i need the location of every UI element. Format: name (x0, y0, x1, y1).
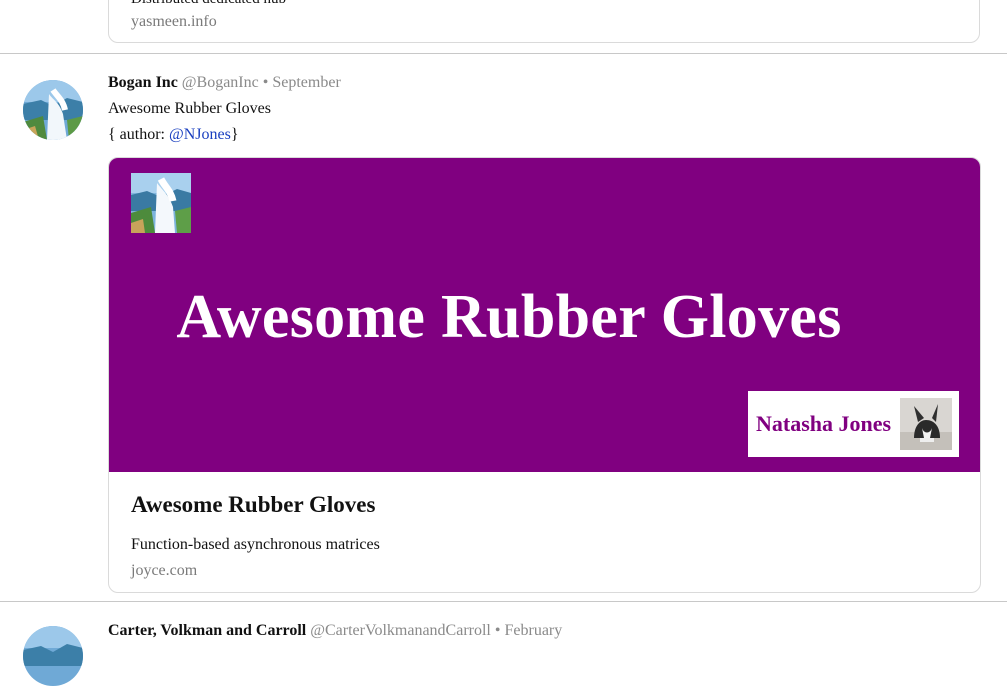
waterfall-avatar-icon (23, 626, 83, 686)
banner-title: Awesome Rubber Gloves (176, 283, 842, 351)
author-suffix: } (230, 126, 239, 143)
post-date[interactable]: September (272, 74, 340, 91)
card-banner-image: Awesome Rubber Gloves Natasha Jones (109, 158, 980, 472)
card-description: Function-based asynchronous matrices (131, 536, 380, 553)
author-handle[interactable]: @BoganInc (182, 74, 259, 91)
next-header-separator: • (494, 622, 501, 639)
card-domain[interactable]: joyce.com (131, 562, 197, 580)
banner-author-name: Natasha Jones (756, 411, 892, 436)
previous-card-description: Distributed dedicated hub (131, 0, 286, 8)
header-separator: • (262, 74, 269, 91)
author-photo (900, 398, 952, 450)
author-prefix: { author: (108, 126, 169, 143)
post-divider (0, 601, 1007, 602)
waterfall-avatar-icon (23, 80, 83, 140)
author-mention-link[interactable]: @NJones (169, 126, 231, 143)
next-post-header: Carter, Volkman and Carroll @CarterVolkm… (108, 622, 562, 640)
link-preview-card[interactable]: Awesome Rubber Gloves Natasha Jones Awes… (108, 157, 981, 593)
avatar[interactable] (23, 80, 83, 140)
next-post-date[interactable]: February (504, 622, 562, 639)
waterfall-thumbnail-icon (131, 173, 191, 233)
post-divider (0, 53, 1007, 54)
next-author-display-name[interactable]: Carter, Volkman and Carroll (108, 622, 306, 639)
dog-photo-icon (900, 398, 952, 450)
author-display-name[interactable]: Bogan Inc (108, 74, 178, 91)
card-title[interactable]: Awesome Rubber Gloves (131, 492, 375, 518)
next-post-avatar[interactable] (23, 626, 83, 686)
next-author-handle[interactable]: @CarterVolkmanandCarroll (310, 622, 491, 639)
post-body-text: Awesome Rubber Gloves (108, 100, 271, 117)
post-header: Bogan Inc @BoganInc • September (108, 74, 341, 92)
post-author-line: { author: @NJones} (108, 126, 239, 144)
previous-card-domain[interactable]: yasmeen.info (131, 13, 217, 31)
previous-link-card[interactable]: Distributed dedicated hub yasmeen.info (108, 0, 980, 43)
banner-author-badge: Natasha Jones (748, 391, 959, 457)
banner-site-thumbnail (131, 173, 191, 233)
